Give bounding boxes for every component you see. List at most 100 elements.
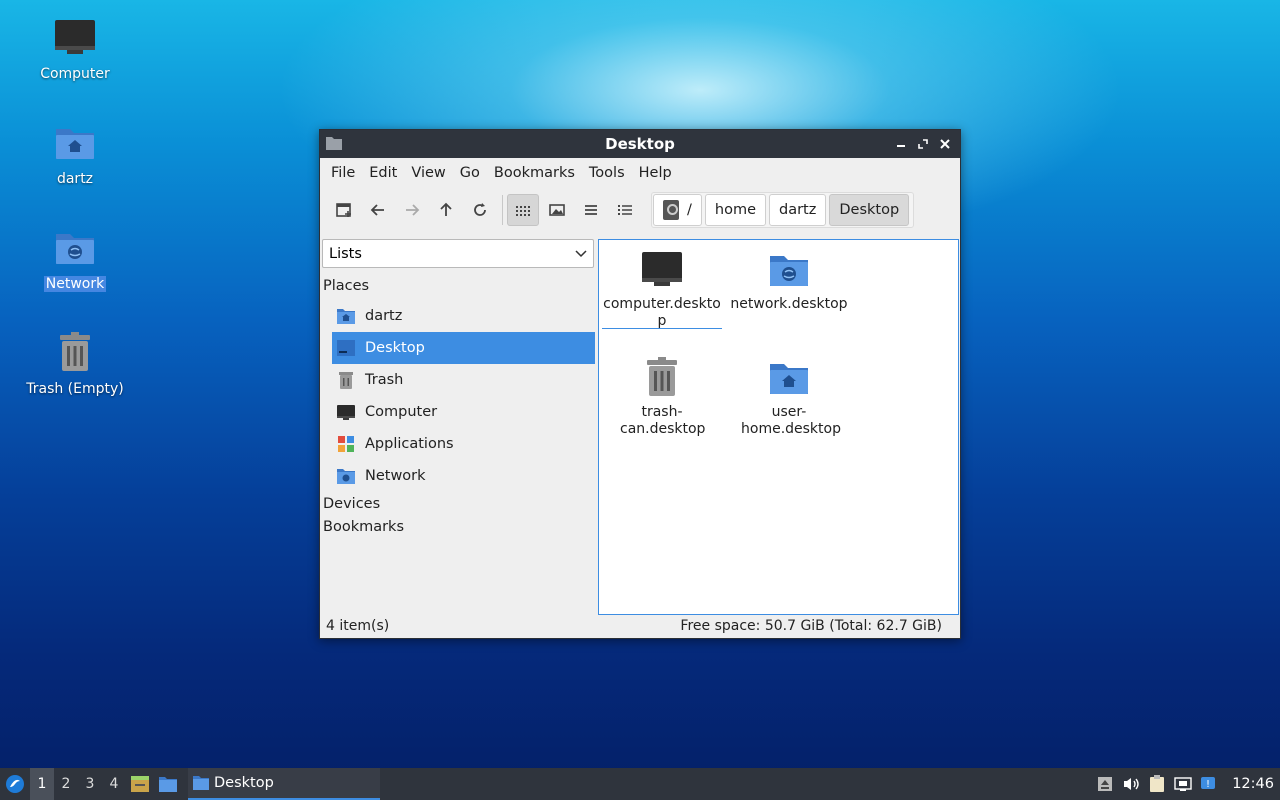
section-devices[interactable]: Devices bbox=[320, 492, 597, 515]
desktop-icon-label: dartz bbox=[56, 171, 94, 187]
file-item-computer[interactable]: computer.desktop bbox=[602, 248, 722, 329]
volume-button[interactable] bbox=[1118, 768, 1144, 800]
updates-button[interactable]: ! bbox=[1196, 768, 1222, 800]
toolbar-separator bbox=[502, 195, 503, 225]
network-folder-icon bbox=[56, 234, 94, 264]
workspace-2[interactable]: 2 bbox=[54, 768, 78, 800]
file-item-trash-can[interactable]: trash-can.desktop bbox=[602, 356, 722, 438]
clock[interactable]: 12:46 bbox=[1222, 776, 1280, 792]
window-titlebar[interactable]: Desktop bbox=[320, 130, 960, 158]
path-button-desktop[interactable]: Desktop bbox=[829, 194, 910, 226]
network-button[interactable] bbox=[1170, 768, 1196, 800]
desktop-icon-network[interactable]: Network bbox=[20, 226, 130, 292]
maximize-icon bbox=[918, 139, 928, 149]
task-label: Desktop bbox=[214, 775, 274, 791]
maximize-button[interactable] bbox=[914, 135, 932, 153]
path-button-root[interactable]: / bbox=[653, 194, 702, 226]
volume-icon bbox=[1124, 778, 1139, 790]
computer-icon bbox=[337, 405, 355, 420]
file-name: computer.desktop bbox=[603, 296, 721, 329]
workspace-4[interactable]: 4 bbox=[102, 768, 126, 800]
trash-icon bbox=[647, 357, 677, 396]
thumbnail-view-button[interactable] bbox=[541, 194, 573, 226]
home-folder-icon bbox=[337, 309, 355, 324]
reload-icon bbox=[474, 203, 486, 216]
home-folder-icon bbox=[56, 129, 94, 159]
file-manager-launcher[interactable] bbox=[154, 768, 182, 800]
file-item-user-home[interactable]: user-home.desktop bbox=[729, 356, 849, 438]
compact-view-button[interactable] bbox=[575, 194, 607, 226]
menu-bookmarks[interactable]: Bookmarks bbox=[487, 165, 582, 181]
detail-list-icon bbox=[618, 205, 632, 215]
sidebar-mode-select[interactable]: Lists bbox=[322, 239, 594, 268]
file-item-network[interactable]: network.desktop bbox=[729, 248, 849, 313]
section-bookmarks[interactable]: Bookmarks bbox=[320, 515, 597, 538]
update-notifier-icon: ! bbox=[1201, 777, 1216, 790]
sidebar-item-desktop[interactable]: Desktop bbox=[332, 332, 595, 364]
path-label: home bbox=[714, 202, 756, 218]
sidebar-item-trash[interactable]: Trash bbox=[332, 364, 595, 396]
new-tab-icon bbox=[336, 203, 351, 217]
path-button-dartz[interactable]: dartz bbox=[769, 194, 827, 226]
folder-icon bbox=[159, 777, 177, 792]
computer-icon bbox=[642, 252, 682, 286]
menu-go[interactable]: Go bbox=[453, 165, 487, 181]
network-folder-icon bbox=[337, 469, 355, 484]
menu-edit[interactable]: Edit bbox=[362, 165, 404, 181]
applications-icon bbox=[338, 436, 354, 452]
clipboard-button[interactable] bbox=[1144, 768, 1170, 800]
menu-file[interactable]: File bbox=[324, 165, 362, 181]
menu-tools[interactable]: Tools bbox=[582, 165, 632, 181]
workspace-1[interactable]: 1 bbox=[30, 768, 54, 800]
path-label: dartz bbox=[779, 202, 817, 218]
folder-icon bbox=[193, 776, 209, 790]
file-view[interactable]: computer.desktop network.desktop trash-c… bbox=[598, 239, 959, 615]
minimize-button[interactable] bbox=[892, 135, 910, 153]
sidebar-item-computer[interactable]: Computer bbox=[332, 396, 595, 428]
detailed-view-button[interactable] bbox=[609, 194, 641, 226]
reload-button[interactable] bbox=[464, 194, 496, 226]
sidebar-item-network[interactable]: Network bbox=[332, 460, 595, 492]
computer-icon bbox=[55, 20, 95, 54]
icon-view-button[interactable] bbox=[507, 194, 539, 226]
free-space: Free space: 50.7 GiB (Total: 62.7 GiB) bbox=[680, 618, 942, 634]
lubuntu-logo-icon bbox=[6, 775, 24, 793]
up-button[interactable] bbox=[430, 194, 462, 226]
task-desktop[interactable]: Desktop bbox=[188, 768, 380, 800]
menu-view[interactable]: View bbox=[404, 165, 452, 181]
desktop-icon-dartz[interactable]: dartz bbox=[20, 121, 130, 187]
start-menu-button[interactable] bbox=[0, 768, 30, 800]
window-content: Lists Places dartz Desktop Trash Compute… bbox=[320, 233, 960, 615]
new-tab-button[interactable] bbox=[328, 194, 360, 226]
home-folder-icon bbox=[770, 364, 808, 394]
eject-button[interactable] bbox=[1092, 768, 1118, 800]
system-tray: ! 12:46 bbox=[1092, 768, 1280, 800]
workspace-3[interactable]: 3 bbox=[78, 768, 102, 800]
arrow-left-icon bbox=[370, 204, 384, 216]
desktop-icon-trash[interactable]: Trash (Empty) bbox=[20, 331, 130, 397]
section-places[interactable]: Places bbox=[320, 268, 597, 300]
window-title: Desktop bbox=[605, 135, 675, 153]
file-manager-window: Desktop File Edit View Go Bookmarks Tool… bbox=[319, 129, 961, 639]
minimize-icon bbox=[897, 145, 905, 147]
sidebar-item-label: Applications bbox=[365, 436, 454, 452]
back-button[interactable] bbox=[362, 194, 394, 226]
close-button[interactable] bbox=[936, 135, 954, 153]
path-button-home[interactable]: home bbox=[704, 194, 766, 226]
trash-icon bbox=[60, 332, 90, 371]
sidebar-item-label: dartz bbox=[365, 308, 403, 324]
sidebar-item-label: Computer bbox=[365, 404, 438, 420]
toolbar: / home dartz Desktop bbox=[320, 188, 960, 232]
sidebar-item-dartz[interactable]: dartz bbox=[332, 300, 595, 332]
menu-help[interactable]: Help bbox=[632, 165, 679, 181]
forward-button[interactable] bbox=[396, 194, 428, 226]
show-desktop-button[interactable] bbox=[126, 768, 154, 800]
path-label: Desktop bbox=[839, 202, 900, 218]
close-icon bbox=[940, 139, 950, 149]
file-name: trash-can.desktop bbox=[620, 404, 706, 437]
file-name: user-home.desktop bbox=[741, 404, 841, 437]
desktop-icon-computer[interactable]: Computer bbox=[20, 16, 130, 82]
list-icon bbox=[585, 205, 597, 215]
sidebar-item-applications[interactable]: Applications bbox=[332, 428, 595, 460]
breadcrumb: / home dartz Desktop bbox=[651, 192, 915, 228]
